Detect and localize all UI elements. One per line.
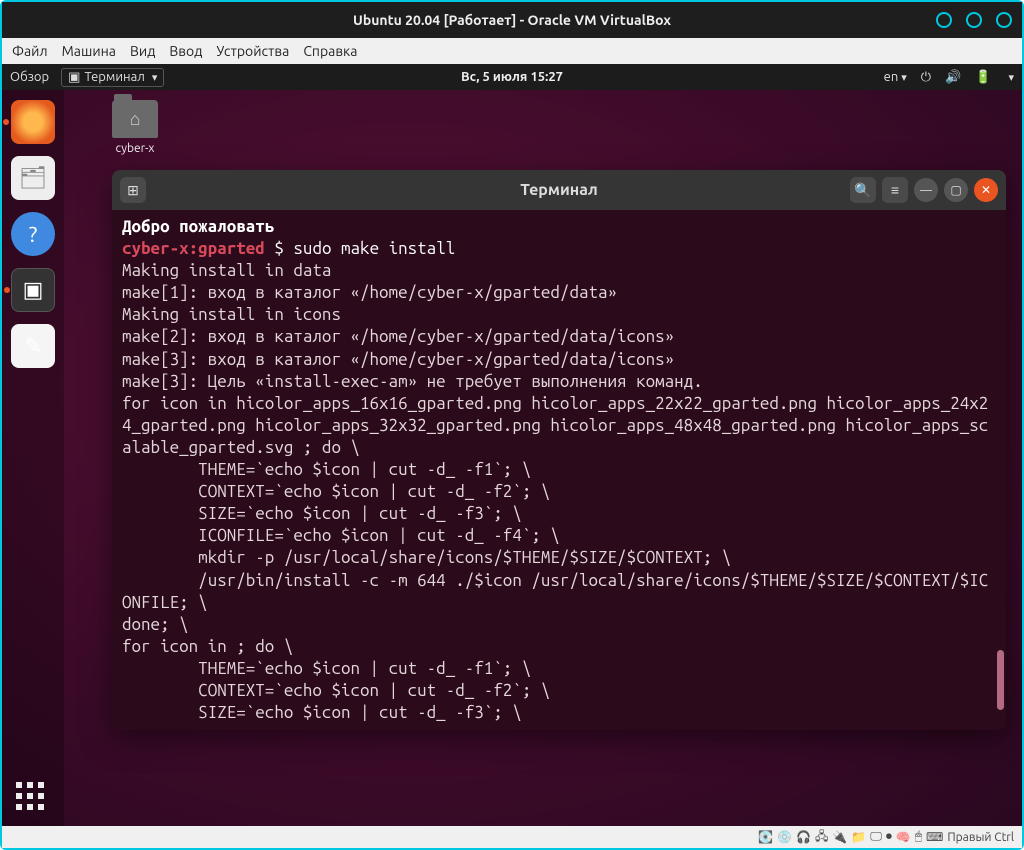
terminal-prompt-user: cyber-x:gparted xyxy=(122,239,265,258)
dock-texteditor-icon[interactable]: ✎ xyxy=(11,324,55,368)
clock-label[interactable]: Вс, 5 июля 15:27 xyxy=(2,70,1022,84)
vbox-network-icon[interactable]: 🖧 xyxy=(815,827,828,848)
dock-help-icon[interactable]: ? xyxy=(11,212,55,256)
system-menu-caret-icon[interactable] xyxy=(1005,70,1014,84)
dock-firefox-icon[interactable] xyxy=(11,100,55,144)
volume-icon[interactable]: 🔊 xyxy=(945,70,961,85)
dock-terminal-icon[interactable]: ▣ xyxy=(11,268,55,312)
vbox-host-key-label[interactable]: Правый Ctrl xyxy=(947,831,1014,844)
vbox-keyboard-icon[interactable]: ⌨ xyxy=(926,830,943,844)
menu-machine[interactable]: Машина xyxy=(62,43,116,59)
vbox-mouse-icon[interactable]: 🖱 xyxy=(915,830,922,844)
menu-view[interactable]: Вид xyxy=(130,43,155,59)
network-icon[interactable]: ⏻ xyxy=(921,70,931,85)
terminal-headerbar[interactable]: ⊞ Терминал 🔍 ≡ ― ▢ ✕ xyxy=(112,170,1006,210)
window-minimize-button[interactable]: ― xyxy=(914,178,938,202)
ubuntu-dock: 🗂 ? ▣ ✎ xyxy=(2,90,64,826)
vbox-recording-icon[interactable]: ⏺ xyxy=(886,830,892,844)
menu-input[interactable]: Ввод xyxy=(169,43,202,59)
terminal-prompt-symbol: $ xyxy=(274,239,284,258)
minimize-icon[interactable] xyxy=(936,12,952,28)
vbox-display-icon[interactable]: 🖵 xyxy=(870,830,882,844)
vbox-optical-icon[interactable]: 💿 xyxy=(777,830,792,844)
menu-help[interactable]: Справка xyxy=(303,43,357,59)
window-close-button[interactable]: ✕ xyxy=(974,178,998,202)
desktop-home-folder[interactable]: cyber-x xyxy=(112,100,158,155)
gnome-topbar: Обзор ▣ Терминал Вс, 5 июля 15:27 en ⏻ 🔊… xyxy=(2,64,1022,90)
terminal-window: ⊞ Терминал 🔍 ≡ ― ▢ ✕ Добро пожаловать cy… xyxy=(112,170,1006,730)
window-maximize-button[interactable]: ▢ xyxy=(944,178,968,202)
vbox-hd-icon[interactable]: 💽 xyxy=(758,830,773,844)
folder-home-icon xyxy=(112,100,158,138)
battery-icon[interactable]: 🔋 xyxy=(975,70,991,85)
gnome-desktop[interactable]: 🗂 ? ▣ ✎ cyber-x ⊞ Терминал xyxy=(2,90,1022,826)
vbox-usb-icon[interactable]: 🔌 xyxy=(832,830,847,844)
terminal-viewport[interactable]: Добро пожаловать cyber-x:gparted $ sudo … xyxy=(112,210,1006,730)
vbox-cpu-icon[interactable]: 🧠 xyxy=(896,830,911,844)
virtualbox-window: Ubuntu 20.04 [Работает] - Oracle VM Virt… xyxy=(0,0,1024,850)
vbox-audio-icon[interactable]: 🎧 xyxy=(796,830,811,844)
terminal-command: sudo make install xyxy=(293,239,455,258)
hamburger-menu-icon[interactable]: ≡ xyxy=(882,177,908,203)
desktop-folder-label: cyber-x xyxy=(112,142,158,155)
menu-devices[interactable]: Устройства xyxy=(216,43,289,59)
vbox-window-controls xyxy=(936,12,1012,28)
vbox-shared-folders-icon[interactable]: 📁 xyxy=(851,830,866,844)
terminal-motd: Добро пожаловать xyxy=(122,217,274,236)
menu-file[interactable]: Файл xyxy=(12,43,48,59)
search-icon[interactable]: 🔍 xyxy=(850,177,876,203)
terminal-scrollbar[interactable] xyxy=(997,650,1004,710)
close-icon[interactable] xyxy=(996,12,1012,28)
vbox-menubar: Файл Машина Вид Ввод Устройства Справка xyxy=(2,38,1022,64)
vbox-statusbar: 💽 💿 🎧 🖧 🔌 📁 🖵 ⏺ 🧠 🖱 ⌨ Правый Ctrl xyxy=(2,826,1022,848)
terminal-output: Making install in data make[1]: вход в к… xyxy=(122,261,988,722)
maximize-icon[interactable] xyxy=(966,12,982,28)
language-indicator[interactable]: en xyxy=(884,70,907,84)
dock-files-icon[interactable]: 🗂 xyxy=(11,156,55,200)
vbox-window-title: Ubuntu 20.04 [Работает] - Oracle VM Virt… xyxy=(2,12,1022,28)
show-applications-button[interactable] xyxy=(16,782,50,816)
guest-display[interactable]: Обзор ▣ Терминал Вс, 5 июля 15:27 en ⏻ 🔊… xyxy=(2,64,1022,826)
vbox-titlebar[interactable]: Ubuntu 20.04 [Работает] - Oracle VM Virt… xyxy=(2,2,1022,38)
